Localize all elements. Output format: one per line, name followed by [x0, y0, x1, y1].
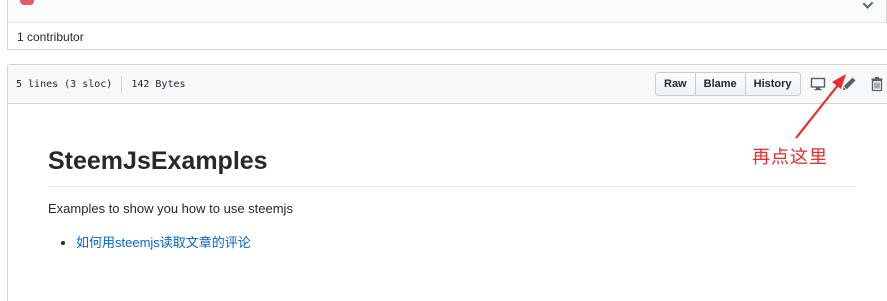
- readme-list: 如何用steemjs读取文章的评论: [48, 232, 856, 251]
- file-lines: 5 lines (3 sloc): [16, 79, 113, 90]
- file-box: 5 lines (3 sloc) 142 Bytes Raw Blame His…: [7, 64, 887, 301]
- file-info: 5 lines (3 sloc) 142 Bytes: [16, 65, 186, 104]
- file-actions: Raw Blame History: [655, 72, 801, 96]
- raw-button[interactable]: Raw: [655, 72, 696, 96]
- trash-icon[interactable]: [869, 76, 885, 92]
- annotation-arrow: [795, 74, 846, 139]
- annotation-label: 再点这里: [752, 147, 828, 168]
- file-size: 142 Bytes: [131, 79, 186, 90]
- contributors-count[interactable]: 1 contributor: [17, 30, 84, 44]
- blame-button[interactable]: Blame: [694, 72, 746, 96]
- chevron-down-icon[interactable]: [862, 0, 874, 9]
- top-strip: [7, 0, 887, 22]
- file-header: 5 lines (3 sloc) 142 Bytes Raw Blame His…: [8, 65, 887, 104]
- avatar: [20, 0, 34, 5]
- divider: [121, 75, 123, 94]
- list-item: 如何用steemjs读取文章的评论: [76, 232, 856, 251]
- readme-title: SteemJsExamples: [48, 143, 856, 187]
- contributors-bar: 1 contributor: [7, 22, 887, 50]
- readme-paragraph: Examples to show you how to use steemjs: [48, 201, 293, 216]
- readme-link[interactable]: 如何用steemjs读取文章的评论: [76, 235, 251, 250]
- readme-content: SteemJsExamples Examples to show you how…: [48, 143, 856, 251]
